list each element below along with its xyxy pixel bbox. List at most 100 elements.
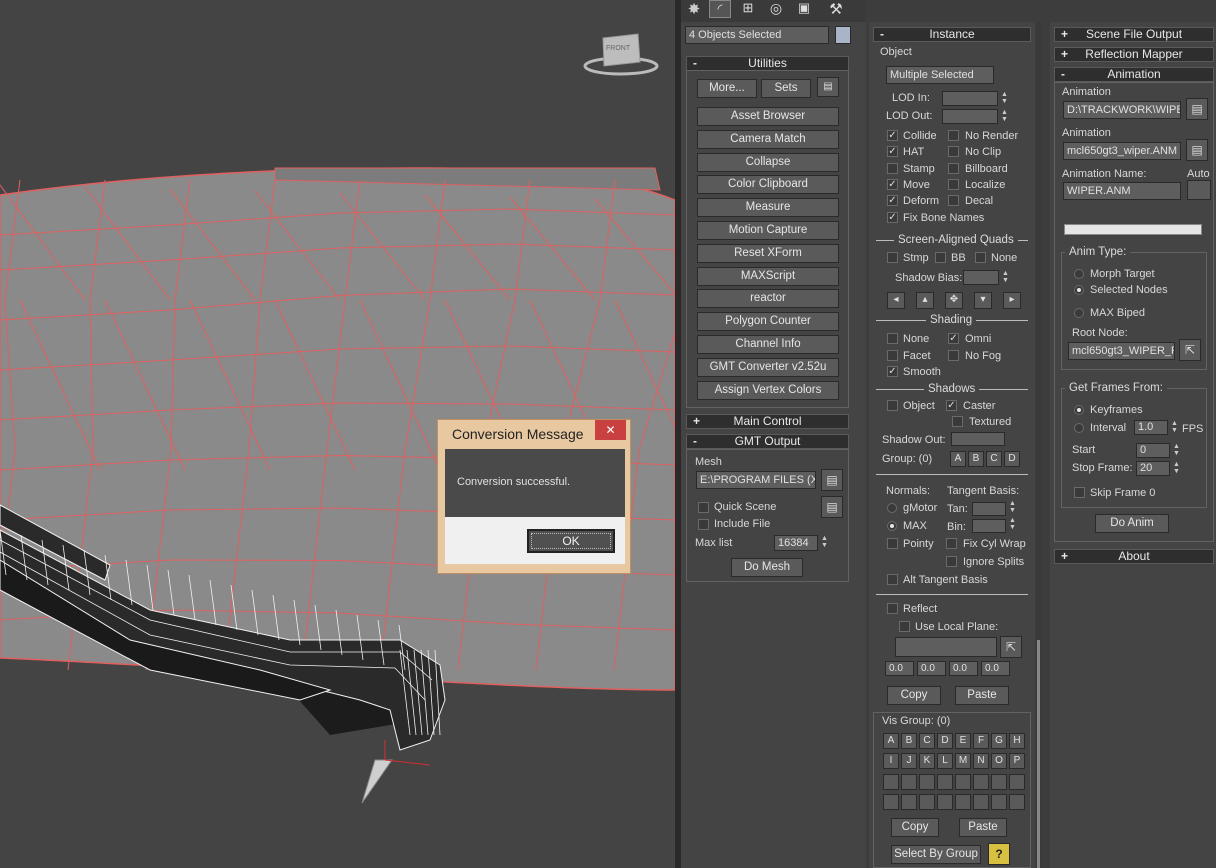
do-mesh-button[interactable]: Do Mesh: [731, 558, 803, 577]
vis-button-empty[interactable]: [973, 794, 989, 810]
align-right-icon[interactable]: ▸: [1003, 292, 1021, 309]
utilities-rollout[interactable]: - Utilities: [686, 56, 849, 71]
anim2-field[interactable]: mcl650gt3_wiper.ANM: [1063, 142, 1181, 160]
pick-root-node-icon[interactable]: ⇱: [1179, 339, 1201, 361]
vis-button-i[interactable]: I: [883, 753, 899, 769]
more-button[interactable]: More...: [697, 79, 757, 98]
selected-nodes-radio[interactable]: [1074, 285, 1084, 295]
utility-button-reset-xform[interactable]: Reset XForm: [697, 243, 839, 263]
bin-field[interactable]: [972, 519, 1006, 533]
align-top-icon[interactable]: ▴: [916, 292, 934, 309]
interval-field[interactable]: 1.0: [1134, 420, 1168, 435]
shading-none-checkbox[interactable]: [887, 333, 898, 344]
morph-target-radio[interactable]: [1074, 269, 1084, 279]
instance-scroll-thumb[interactable]: [1037, 640, 1040, 868]
vis-button-g[interactable]: G: [991, 733, 1007, 749]
lod-out-field[interactable]: [942, 109, 998, 124]
plane-value-field[interactable]: 0.0: [981, 661, 1010, 676]
shadow-out-field[interactable]: [951, 432, 1005, 446]
use-local-plane-checkbox[interactable]: [899, 621, 910, 632]
flag-decal-checkbox[interactable]: [948, 195, 959, 207]
create-icon[interactable]: ✸: [684, 0, 704, 18]
select-by-group-button[interactable]: Select By Group: [891, 845, 981, 864]
modify-icon[interactable]: ◜: [709, 0, 731, 18]
anim1-browse-icon[interactable]: ▤: [1186, 98, 1208, 120]
vis-button-p[interactable]: P: [1009, 753, 1025, 769]
browse-scene-icon[interactable]: ▤: [821, 496, 843, 518]
copy-button[interactable]: Copy: [887, 686, 941, 705]
vis-button-f[interactable]: F: [973, 733, 989, 749]
vis-button-empty[interactable]: [901, 774, 917, 790]
vis-button-empty[interactable]: [937, 774, 953, 790]
object-color-swatch[interactable]: [835, 26, 851, 44]
root-node-field[interactable]: mcl650gt3_WIPER_R: [1068, 342, 1175, 360]
align-left-icon[interactable]: ◂: [887, 292, 905, 309]
flag-deform-checkbox[interactable]: ✓: [887, 195, 898, 207]
anim-name-field[interactable]: WIPER.ANM: [1063, 182, 1181, 200]
plane-value-field[interactable]: 0.0: [885, 661, 914, 676]
motion-icon[interactable]: ◎: [765, 0, 787, 18]
utility-button-channel-info[interactable]: Channel Info: [697, 335, 839, 354]
vis-button-empty[interactable]: [955, 794, 971, 810]
flag-move-checkbox[interactable]: ✓: [887, 178, 898, 190]
max-list-spinner[interactable]: ▲ ▼: [820, 535, 829, 551]
vis-button-empty[interactable]: [883, 774, 899, 790]
hierarchy-icon[interactable]: ⊞: [737, 0, 759, 18]
about-rollout[interactable]: + About: [1054, 549, 1214, 564]
vis-button-empty[interactable]: [1009, 794, 1025, 810]
lod-in-field[interactable]: [942, 91, 998, 106]
pick-plane-icon[interactable]: ⇱: [1000, 636, 1022, 658]
shadow-object-checkbox[interactable]: [887, 400, 898, 411]
vis-button-empty[interactable]: [883, 794, 899, 810]
utility-button-asset-browser[interactable]: Asset Browser: [697, 107, 839, 126]
bin-spinner[interactable]: ▲ ▼: [1008, 517, 1017, 533]
none-checkbox[interactable]: [975, 252, 986, 263]
vis-paste-button[interactable]: Paste: [959, 818, 1007, 837]
stmp-checkbox[interactable]: [887, 252, 898, 263]
local-plane-field[interactable]: [895, 637, 997, 657]
vis-button-empty[interactable]: [991, 794, 1007, 810]
utility-button-camera-match[interactable]: Camera Match: [697, 129, 839, 149]
vis-button-empty[interactable]: [973, 774, 989, 790]
gmotor-radio[interactable]: [887, 503, 897, 513]
vis-button-l[interactable]: L: [937, 753, 953, 769]
vis-button-empty[interactable]: [901, 794, 917, 810]
facet-checkbox[interactable]: [887, 350, 898, 361]
vis-button-e[interactable]: E: [955, 733, 971, 749]
max-biped-radio[interactable]: [1074, 308, 1084, 318]
help-icon[interactable]: ?: [988, 843, 1010, 865]
max-list-field[interactable]: 16384: [774, 535, 818, 551]
gmt-output-rollout[interactable]: - GMT Output: [686, 434, 849, 449]
display-icon[interactable]: ▣: [793, 0, 815, 18]
vis-button-d[interactable]: D: [937, 733, 953, 749]
shadow-bias-field[interactable]: [963, 270, 999, 285]
do-anim-button[interactable]: Do Anim: [1095, 514, 1169, 533]
group-button-c[interactable]: C: [986, 451, 1002, 467]
stop-frame-field[interactable]: 20: [1136, 461, 1170, 476]
browse-mesh-icon[interactable]: ▤: [821, 469, 843, 491]
vis-button-k[interactable]: K: [919, 753, 935, 769]
utility-button-reactor[interactable]: reactor: [697, 289, 839, 309]
anim2-browse-icon[interactable]: ▤: [1186, 139, 1208, 161]
tan-field[interactable]: [972, 502, 1006, 516]
vis-button-empty[interactable]: [991, 774, 1007, 790]
include-file-checkbox[interactable]: [698, 519, 709, 530]
caster-checkbox[interactable]: ✓: [946, 400, 957, 411]
vis-button-empty[interactable]: [955, 774, 971, 790]
vis-button-empty[interactable]: [937, 794, 953, 810]
keyframes-radio[interactable]: [1074, 405, 1084, 415]
no-fog-checkbox[interactable]: [948, 350, 959, 361]
flag-collide-checkbox[interactable]: ✓: [887, 130, 898, 141]
vis-button-empty[interactable]: [919, 794, 935, 810]
sets-button[interactable]: Sets: [761, 79, 811, 98]
configure-sets-icon[interactable]: ▤: [817, 77, 839, 97]
plane-value-field[interactable]: 0.0: [917, 661, 946, 676]
quick-scene-checkbox[interactable]: [698, 502, 709, 513]
vis-button-empty[interactable]: [1009, 774, 1025, 790]
group-button-b[interactable]: B: [968, 451, 984, 467]
vis-button-a[interactable]: A: [883, 733, 899, 749]
vis-button-j[interactable]: J: [901, 753, 917, 769]
shadow-bias-spinner[interactable]: ▲ ▼: [1001, 270, 1010, 286]
anim1-field[interactable]: D:\TRACKWORK\WIPER: [1063, 101, 1181, 119]
vis-copy-button[interactable]: Copy: [891, 818, 939, 837]
